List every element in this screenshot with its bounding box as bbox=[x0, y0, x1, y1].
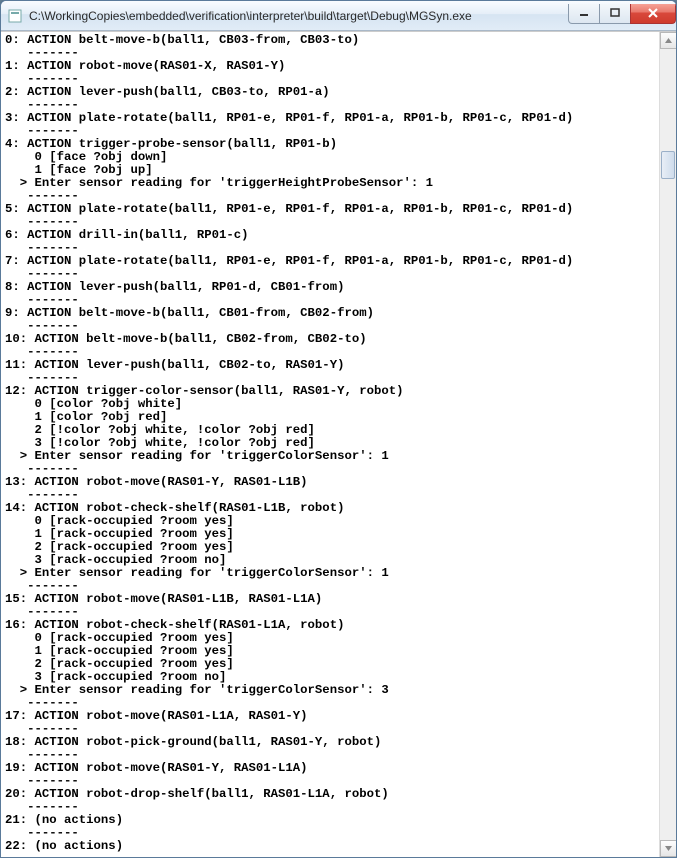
window-title: C:\WorkingCopies\embedded\verification\i… bbox=[29, 9, 569, 23]
titlebar[interactable]: C:\WorkingCopies\embedded\verification\i… bbox=[1, 1, 676, 31]
console-output: 0: ACTION belt-move-b(ball1, CB03-from, … bbox=[1, 32, 659, 857]
scrollbar-track[interactable] bbox=[660, 49, 676, 840]
maximize-button[interactable] bbox=[599, 4, 631, 24]
scrollbar-thumb[interactable] bbox=[661, 151, 675, 179]
scroll-down-button[interactable] bbox=[660, 840, 676, 857]
close-icon bbox=[647, 8, 659, 18]
app-window: C:\WorkingCopies\embedded\verification\i… bbox=[0, 0, 677, 858]
vertical-scrollbar[interactable] bbox=[659, 32, 676, 857]
maximize-icon bbox=[610, 8, 620, 18]
scroll-up-button[interactable] bbox=[660, 32, 676, 49]
close-button[interactable] bbox=[630, 4, 676, 24]
chevron-down-icon bbox=[665, 846, 672, 851]
chevron-up-icon bbox=[665, 38, 672, 43]
minimize-icon bbox=[579, 8, 589, 18]
app-icon bbox=[7, 8, 23, 24]
client-area: 0: ACTION belt-move-b(ball1, CB03-from, … bbox=[1, 31, 676, 857]
window-controls bbox=[569, 4, 676, 24]
minimize-button[interactable] bbox=[568, 4, 600, 24]
